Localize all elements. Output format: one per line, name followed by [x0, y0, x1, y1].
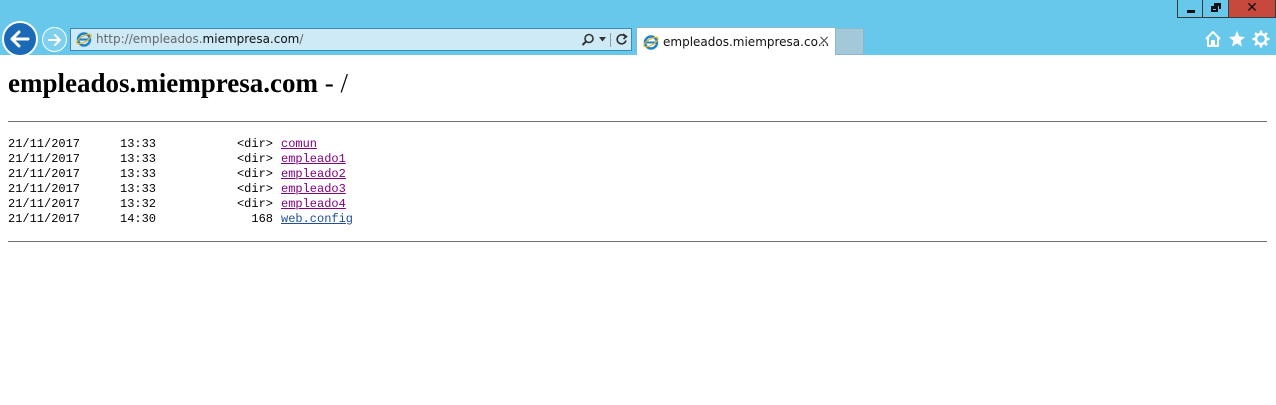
listing-date: 21/11/2017	[8, 197, 81, 211]
search-icon[interactable]	[581, 33, 595, 47]
tab-empleados[interactable]: empleados.miempresa.co... ×	[636, 27, 836, 55]
listing-size: <dir>	[236, 182, 273, 196]
listing-row: 21/11/2017 13:33 <dir> empleado2	[8, 167, 353, 182]
back-button[interactable]	[2, 21, 38, 57]
url-text[interactable]: http://empleados.miempresa.com/	[96, 32, 303, 46]
listing-time: 13:32	[120, 197, 157, 211]
favorites-star-icon[interactable]	[1228, 30, 1246, 48]
close-button[interactable]: ✕	[1229, 0, 1276, 18]
tab-title: empleados.miempresa.co...	[663, 35, 830, 49]
listing-time: 13:33	[120, 182, 157, 196]
forward-arrow-icon	[47, 33, 61, 46]
page-title-host: empleados.miempresa.com	[8, 68, 318, 98]
page-title-path: - /	[317, 68, 348, 98]
listing-size: <dir>	[236, 167, 273, 181]
new-tab-button[interactable]	[836, 28, 864, 55]
listing-row: 21/11/2017 13:33 <dir> comun	[8, 137, 353, 152]
listing-time: 13:33	[120, 137, 157, 151]
listing-link[interactable]: empleado4	[281, 197, 346, 211]
address-bar[interactable]: http://empleados.miempresa.com/	[70, 28, 632, 51]
forward-button[interactable]	[42, 27, 67, 52]
close-icon: ✕	[1246, 0, 1258, 16]
dropdown-arrow-icon[interactable]	[599, 37, 606, 42]
listing-row: 21/11/2017 13:32 <dir> empleado4	[8, 197, 353, 212]
url-domain: miempresa.com	[202, 32, 300, 46]
toolbar-icons	[1204, 30, 1270, 48]
listing-row: 21/11/2017 14:30 168 web.config	[8, 212, 353, 227]
listing-date: 21/11/2017	[8, 182, 81, 196]
listing-size: 168	[251, 212, 273, 226]
refresh-icon[interactable]	[615, 33, 628, 46]
listing-time: 14:30	[120, 212, 157, 226]
ie-logo-icon	[76, 32, 92, 47]
listing-size: <dir>	[236, 197, 273, 211]
url-suffix: /	[299, 32, 304, 46]
settings-gear-icon[interactable]	[1252, 30, 1270, 48]
listing-link[interactable]: empleado3	[281, 182, 346, 196]
page-title: empleados.miempresa.com - /	[8, 68, 348, 99]
listing-row: 21/11/2017 13:33 <dir> empleado1	[8, 152, 353, 167]
back-arrow-icon	[10, 30, 30, 48]
listing-link[interactable]: empleado1	[281, 152, 346, 166]
top-divider	[8, 121, 1267, 122]
listing-link[interactable]: web.config	[281, 212, 353, 226]
listing-date: 21/11/2017	[8, 167, 81, 181]
window-controls: ✕	[1177, 0, 1276, 19]
listing-date: 21/11/2017	[8, 212, 81, 226]
listing-time: 13:33	[120, 152, 157, 166]
listing-link[interactable]: empleado2	[281, 167, 346, 181]
home-icon[interactable]	[1204, 30, 1222, 48]
url-prefix: http://empleados.	[96, 32, 203, 46]
listing-row: 21/11/2017 13:33 <dir> empleado3	[8, 182, 353, 197]
directory-listing: 21/11/2017 13:33 <dir> comun 21/11/2017 13:33…	[8, 137, 353, 227]
listing-link[interactable]: comun	[281, 137, 317, 151]
browser-chrome: ✕ http://empleados.miempresa.com/ emplea…	[0, 0, 1276, 57]
bottom-divider	[8, 241, 1267, 242]
tools-divider	[610, 32, 611, 47]
listing-size: <dir>	[236, 152, 273, 166]
restore-button[interactable]	[1203, 0, 1229, 18]
minimize-button[interactable]	[1177, 0, 1203, 18]
listing-size: <dir>	[236, 137, 273, 151]
listing-date: 21/11/2017	[8, 137, 81, 151]
address-bar-tools	[581, 31, 628, 48]
listing-time: 13:33	[120, 167, 157, 181]
ie-logo-icon	[643, 35, 659, 50]
listing-date: 21/11/2017	[8, 152, 81, 166]
tab-close-icon[interactable]: ×	[818, 33, 830, 49]
